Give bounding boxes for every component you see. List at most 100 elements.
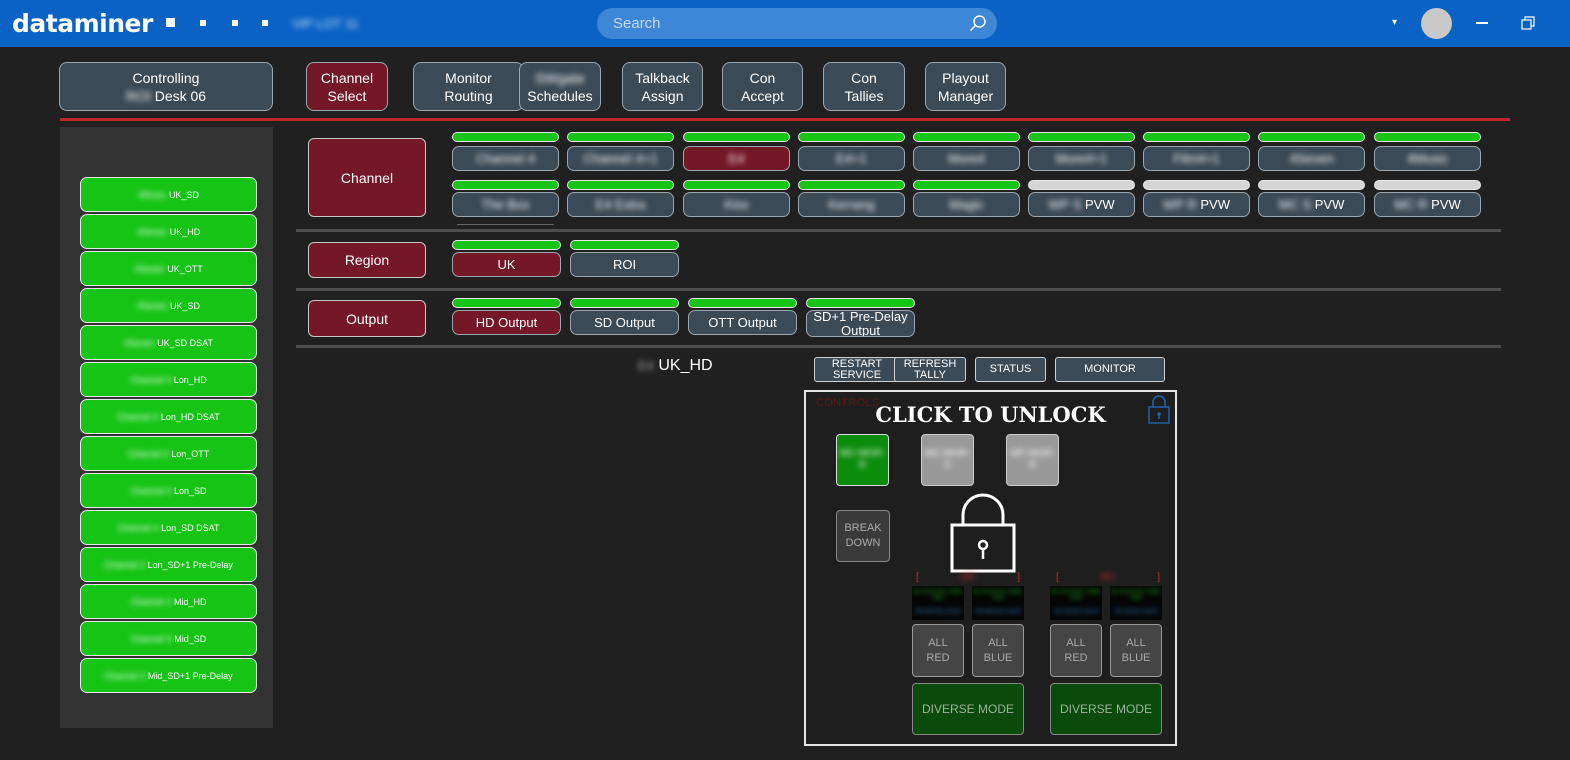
group-bracket-right: [MC]	[1056, 572, 1160, 583]
action-button-line2: SERVICE	[832, 368, 882, 381]
channel-list-panel[interactable]: 4Music UK_SD 4Seven UK_HD 4Seven UK_OTT 4Se…	[60, 127, 273, 728]
search-icon[interactable]	[969, 14, 987, 32]
tally-indicator	[913, 180, 1020, 190]
action-button-2[interactable]: REFRESH TALLY	[894, 357, 966, 382]
restore-window-icon[interactable]	[1521, 16, 1535, 30]
sidebar-item[interactable]: 4Seven UK_SD	[80, 288, 257, 323]
all-red-button-left[interactable]: ALL RED	[912, 624, 964, 677]
sidebar-item[interactable]: Channel 4 Lon_SD	[80, 473, 257, 508]
route-cell-text: ML-PCS-R-SF-TX008-Out3	[1110, 588, 1162, 601]
channel-button[interactable]: E4+1	[798, 146, 905, 171]
channel-button[interactable]: WP S PVW	[1028, 192, 1135, 217]
action-button-3[interactable]: STATUS	[975, 357, 1046, 382]
avatar[interactable]	[1421, 8, 1452, 39]
router-button-3[interactable]: WP-MOR-R	[1006, 434, 1059, 486]
view-dot-4-icon[interactable]	[262, 20, 268, 26]
channel-button[interactable]: E4 Extra	[567, 192, 674, 217]
channel-button[interactable]: More4+1	[1028, 146, 1135, 171]
sidebar-item[interactable]: Channel 4 Lon_HD DSAT	[80, 399, 257, 434]
sidebar-item[interactable]: 4Seven UK_HD	[80, 214, 257, 249]
nav-button-2[interactable]: Channel Select	[306, 62, 388, 111]
diverse-mode-button-left[interactable]: DIVERSE MODE	[912, 683, 1024, 735]
channel-button-name: 4Seven	[1289, 151, 1334, 166]
nav-button-4[interactable]: SWgate Schedules	[519, 62, 601, 111]
all-blue-button-right[interactable]: ALL BLUE	[1110, 624, 1162, 677]
route-cell: ML-PCS-R-SF-TX008-Out3	[912, 586, 964, 603]
click-to-unlock-title[interactable]: CLICK TO UNLOCK	[806, 402, 1175, 427]
channel-button-suffix: PVW	[1200, 197, 1230, 212]
sidebar-item[interactable]: Channel 4 Lon_SD+1 Pre-Delay	[80, 547, 257, 582]
all-blue-button-left[interactable]: ALL BLUE	[972, 624, 1024, 677]
nav-button-line2: Select	[307, 87, 387, 105]
action-button-1[interactable]: RESTART SERVICE	[814, 357, 900, 382]
group-bracket-left: [WP]	[916, 572, 1020, 583]
nav-button-line1-text: Channel	[320, 69, 374, 86]
view-dot-3-icon[interactable]	[232, 20, 238, 26]
tally-indicator	[913, 132, 1020, 142]
action-button-4[interactable]: MONITOR	[1055, 357, 1165, 382]
channel-button[interactable]: Magic	[913, 192, 1020, 217]
channel-button[interactable]: 4Music	[1374, 146, 1481, 171]
nav-button-8[interactable]: Playout Manager	[925, 62, 1006, 111]
nav-button-3[interactable]: Monitor Routing	[413, 62, 524, 111]
channel-button[interactable]: The Box	[452, 192, 559, 217]
sidebar-item-label: Mid_SD+1 Pre-Delay	[147, 670, 233, 681]
sidebar-item[interactable]: 4Seven UK_SD DSAT	[80, 325, 257, 360]
chevron-down-icon[interactable]: ▾	[1392, 17, 1397, 28]
sidebar-item[interactable]: Channel 4 Lon_OTT	[80, 436, 257, 471]
output-button-2[interactable]: SD Output	[570, 310, 679, 335]
view-dot-2-icon[interactable]	[200, 20, 206, 26]
channel-button[interactable]: More4	[913, 146, 1020, 171]
channel-button[interactable]: Kiss	[683, 192, 790, 217]
all-red-button-right[interactable]: ALL RED	[1050, 624, 1102, 677]
controls-panel[interactable]: CONTROLS CLICK TO UNLOCK MC-MOR-R MC-MOR-…	[804, 390, 1177, 746]
channel-button[interactable]: Channel 4+1	[567, 146, 674, 171]
sidebar-item[interactable]: Channel 4 Lon_HD	[80, 362, 257, 397]
sidebar-item[interactable]: Channel 4 Lon_SD DSAT	[80, 510, 257, 545]
sidebar-item-label: Lon_OTT	[171, 448, 210, 459]
output-button-1[interactable]: HD Output	[452, 310, 561, 335]
sidebar-item-label: UK_OTT	[167, 263, 203, 274]
all-blue-left-line2: BLUE	[983, 651, 1013, 664]
router-button-2[interactable]: MC-MOR-S	[921, 434, 974, 486]
channel-button[interactable]: 4Seven	[1258, 146, 1365, 171]
output-button-4[interactable]: SD+1 Pre-Delay Output	[806, 310, 915, 337]
sidebar-item[interactable]: Channel 4 Mid_SD	[80, 621, 257, 656]
lock-icon[interactable]	[1147, 394, 1171, 424]
breakdown-button[interactable]: BREAK DOWN	[836, 510, 890, 562]
region-button-2[interactable]: ROI	[570, 252, 679, 277]
output-button-3[interactable]: OTT Output	[688, 310, 797, 335]
nav-button-line1: Monitor	[414, 69, 523, 87]
sidebar-item[interactable]: Channel 4 Mid_HD	[80, 584, 257, 619]
diverse-mode-button-right[interactable]: DIVERSE MODE	[1050, 683, 1162, 735]
nav-button-line1-text: Playout	[942, 69, 989, 86]
channel-button[interactable]: MC R PVW	[1374, 192, 1481, 217]
nav-button-line1-text: Monitor	[445, 69, 492, 86]
route-cell: MC-SDI-BLU-28-28	[1110, 603, 1162, 620]
nav-button-5[interactable]: Talkback Assign	[622, 62, 703, 111]
channel-button[interactable]: Kerrang	[798, 192, 905, 217]
channel-button-name: E4 Extra	[595, 197, 646, 212]
nav-button-1[interactable]: Controlling ROI Desk 06	[59, 62, 273, 111]
channel-button[interactable]: WP R PVW	[1143, 192, 1250, 217]
sidebar-item-prefix: Channel 4	[130, 633, 172, 644]
sidebar-item[interactable]: 4Seven UK_OTT	[80, 251, 257, 286]
nav-button-line2: Assign	[623, 87, 702, 105]
minimize-icon[interactable]	[1476, 22, 1488, 24]
sidebar-item[interactable]: 4Music UK_SD	[80, 177, 257, 212]
region-button-1[interactable]: UK	[452, 252, 561, 277]
route-cell: WP-RAP-BLU-28-28	[912, 603, 964, 620]
channel-button[interactable]: MC S PVW	[1258, 192, 1365, 217]
channel-button[interactable]: Film4+1	[1143, 146, 1250, 171]
nav-button-7[interactable]: Con Tallies	[823, 62, 905, 111]
search-input[interactable]: Search	[597, 8, 997, 39]
padlock-icon[interactable]	[949, 493, 1017, 575]
sidebar-item[interactable]: Channel 4 Mid_SD+1 Pre-Delay	[80, 658, 257, 693]
nav-button-6[interactable]: Con Accept	[722, 62, 803, 111]
router-button-1[interactable]: MC-MOR-R	[836, 434, 889, 486]
view-dot-1-icon[interactable]	[166, 18, 175, 27]
channel-button[interactable]: Channel 4	[452, 146, 559, 171]
sidebar-item-label: Lon_SD DSAT	[161, 522, 220, 533]
app-logo[interactable]: dataminer	[12, 9, 153, 38]
channel-button[interactable]: E4	[683, 146, 790, 171]
